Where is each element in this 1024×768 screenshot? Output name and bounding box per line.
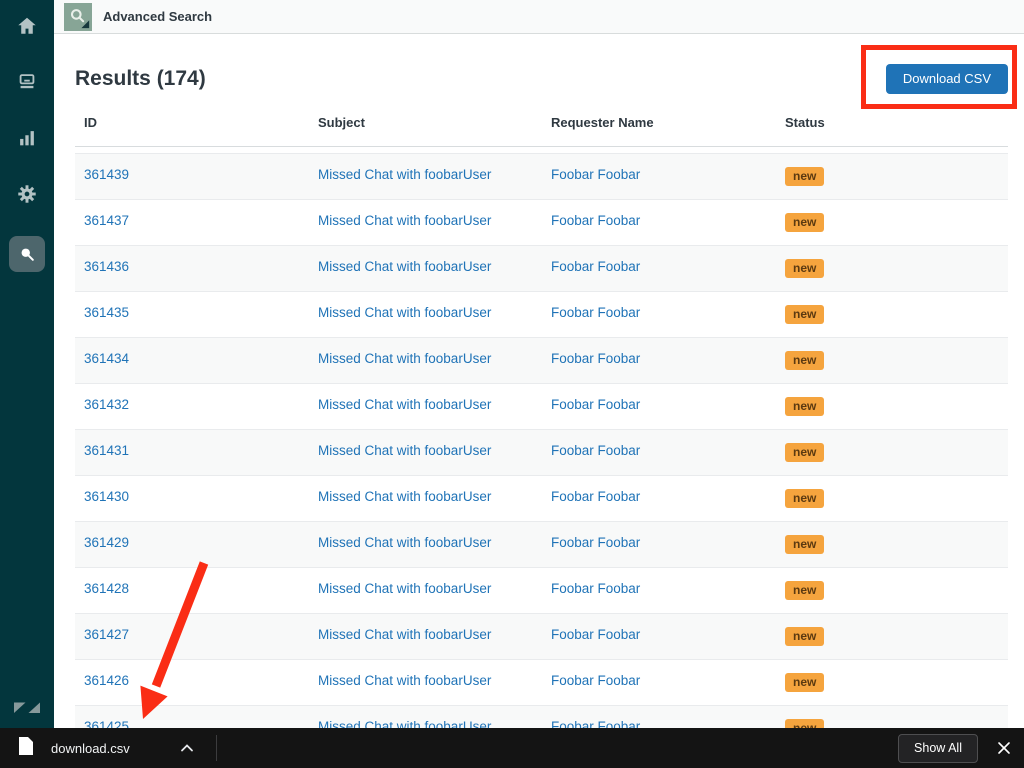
ticket-subject-link[interactable]: Missed Chat with foobarUser xyxy=(318,167,491,182)
ticket-id-link[interactable]: 361431 xyxy=(84,443,129,458)
downloads-bar-divider xyxy=(215,735,217,761)
status-badge: new xyxy=(785,673,825,692)
requester-name-link[interactable]: Foobar Foobar xyxy=(551,673,640,688)
ticket-id-link[interactable]: 361427 xyxy=(84,627,129,642)
table-row: 361431 Missed Chat with foobarUser Fooba… xyxy=(75,429,1008,475)
status-badge: new xyxy=(785,351,825,370)
ticket-subject-link[interactable]: Missed Chat with foobarUser xyxy=(318,581,491,596)
reports-icon xyxy=(16,127,38,149)
ticket-id-link[interactable]: 361437 xyxy=(84,213,129,228)
table-row: 361429 Missed Chat with foobarUser Fooba… xyxy=(75,521,1008,567)
ticket-id-link[interactable]: 361434 xyxy=(84,351,129,366)
table-row: 361432 Missed Chat with foobarUser Fooba… xyxy=(75,383,1008,429)
ticket-subject-link[interactable]: Missed Chat with foobarUser xyxy=(318,489,491,504)
table-row: 361430 Missed Chat with foobarUser Fooba… xyxy=(75,475,1008,521)
ticket-subject-link[interactable]: Missed Chat with foobarUser xyxy=(318,351,491,366)
requester-name-link[interactable]: Foobar Foobar xyxy=(551,581,640,596)
main-content: Results (174) Download CSV ID Subject Re… xyxy=(54,35,1024,768)
chevron-up-icon[interactable] xyxy=(180,743,194,753)
sidebar-item-views[interactable] xyxy=(9,64,45,100)
top-header: Advanced Search xyxy=(54,0,1024,34)
status-badge: new xyxy=(785,627,825,646)
ticket-id-link[interactable]: 361439 xyxy=(84,167,129,182)
show-all-button[interactable]: Show All xyxy=(898,733,978,763)
column-header-id: ID xyxy=(84,115,97,130)
status-badge: new xyxy=(785,443,825,462)
table-row: 361434 Missed Chat with foobarUser Fooba… xyxy=(75,337,1008,383)
gear-icon xyxy=(16,183,38,205)
views-icon xyxy=(16,71,38,93)
column-header-status: Status xyxy=(785,115,825,130)
table-row: 361436 Missed Chat with foobarUser Fooba… xyxy=(75,245,1008,291)
results-table: ID Subject Requester Name Status 361439 … xyxy=(75,108,1008,768)
download-csv-button[interactable]: Download CSV xyxy=(885,63,1008,94)
table-row: 361437 Missed Chat with foobarUser Fooba… xyxy=(75,199,1008,245)
status-badge: new xyxy=(785,213,825,232)
requester-name-link[interactable]: Foobar Foobar xyxy=(551,627,640,642)
status-badge: new xyxy=(785,397,825,416)
status-badge: new xyxy=(785,259,825,278)
search-app-icon xyxy=(66,5,90,29)
home-icon xyxy=(16,15,38,37)
ticket-subject-link[interactable]: Missed Chat with foobarUser xyxy=(318,535,491,550)
ticket-id-link[interactable]: 361429 xyxy=(84,535,129,550)
sidebar xyxy=(0,0,54,768)
ticket-subject-link[interactable]: Missed Chat with foobarUser xyxy=(318,673,491,688)
ticket-subject-link[interactable]: Missed Chat with foobarUser xyxy=(318,443,491,458)
zendesk-logo xyxy=(14,696,40,723)
status-badge: new xyxy=(785,489,825,508)
sidebar-item-settings[interactable] xyxy=(9,176,45,212)
table-header-row: ID Subject Requester Name Status xyxy=(75,108,1008,147)
ticket-id-link[interactable]: 361432 xyxy=(84,397,129,412)
requester-name-link[interactable]: Foobar Foobar xyxy=(551,351,640,366)
page-title: Advanced Search xyxy=(103,9,213,24)
status-badge: new xyxy=(785,581,825,600)
table-row: 361427 Missed Chat with foobarUser Fooba… xyxy=(75,613,1008,659)
ticket-id-link[interactable]: 361428 xyxy=(84,581,129,596)
table-row: 361435 Missed Chat with foobarUser Fooba… xyxy=(75,291,1008,337)
ticket-id-link[interactable]: 361430 xyxy=(84,489,129,504)
file-icon xyxy=(18,736,34,761)
table-row: 361439 Missed Chat with foobarUser Fooba… xyxy=(75,153,1008,199)
ticket-id-link[interactable]: 361435 xyxy=(84,305,129,320)
requester-name-link[interactable]: Foobar Foobar xyxy=(551,259,640,274)
requester-name-link[interactable]: Foobar Foobar xyxy=(551,443,640,458)
sidebar-item-home[interactable] xyxy=(9,8,45,44)
downloaded-file-chip[interactable]: download.csv xyxy=(0,728,194,768)
status-badge: new xyxy=(785,535,825,554)
advanced-search-app-icon xyxy=(64,2,92,31)
status-badge: new xyxy=(785,305,825,324)
status-badge: new xyxy=(785,167,825,186)
close-icon[interactable] xyxy=(992,736,1016,760)
requester-name-link[interactable]: Foobar Foobar xyxy=(551,489,640,504)
requester-name-link[interactable]: Foobar Foobar xyxy=(551,213,640,228)
results-heading: Results (174) xyxy=(75,66,206,90)
downloaded-file-name: download.csv xyxy=(51,740,130,756)
downloads-bar: download.csv Show All xyxy=(0,728,1024,768)
sidebar-item-search[interactable] xyxy=(9,236,45,272)
requester-name-link[interactable]: Foobar Foobar xyxy=(551,535,640,550)
column-header-subject: Subject xyxy=(318,115,365,130)
requester-name-link[interactable]: Foobar Foobar xyxy=(551,167,640,182)
sidebar-item-reports[interactable] xyxy=(9,120,45,156)
ticket-id-link[interactable]: 361426 xyxy=(84,673,129,688)
table-body: 361439 Missed Chat with foobarUser Fooba… xyxy=(75,153,1008,768)
table-row: 361428 Missed Chat with foobarUser Fooba… xyxy=(75,567,1008,613)
ticket-subject-link[interactable]: Missed Chat with foobarUser xyxy=(318,305,491,320)
search-icon xyxy=(17,244,37,264)
ticket-subject-link[interactable]: Missed Chat with foobarUser xyxy=(318,259,491,274)
ticket-subject-link[interactable]: Missed Chat with foobarUser xyxy=(318,397,491,412)
table-row: 361426 Missed Chat with foobarUser Fooba… xyxy=(75,659,1008,705)
column-header-requester: Requester Name xyxy=(551,115,654,130)
ticket-id-link[interactable]: 361436 xyxy=(84,259,129,274)
ticket-subject-link[interactable]: Missed Chat with foobarUser xyxy=(318,213,491,228)
ticket-subject-link[interactable]: Missed Chat with foobarUser xyxy=(318,627,491,642)
requester-name-link[interactable]: Foobar Foobar xyxy=(551,397,640,412)
requester-name-link[interactable]: Foobar Foobar xyxy=(551,305,640,320)
